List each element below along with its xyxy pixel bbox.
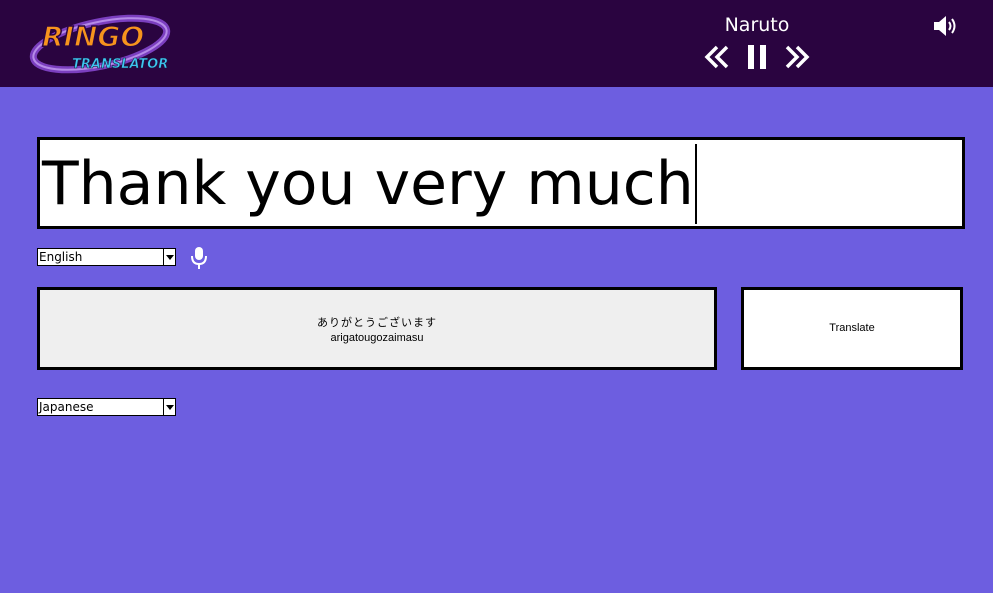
- speaker-icon: [934, 16, 956, 36]
- ringo-translator-logo: RINGO TRANSLATOR: [28, 8, 173, 78]
- next-track-button[interactable]: [784, 44, 810, 70]
- translate-button[interactable]: Translate: [741, 287, 963, 370]
- now-playing-title: Naruto: [724, 14, 790, 36]
- translation-output: ありがとうございます arigatougozaimasu: [37, 287, 717, 370]
- logo-word-ringo: RINGO: [42, 20, 144, 53]
- microphone-button[interactable]: [190, 246, 208, 270]
- translation-text: ありがとうございます: [317, 316, 437, 329]
- double-chevron-right-icon: [785, 45, 810, 69]
- source-text-input[interactable]: Thank you very much: [37, 137, 965, 229]
- target-language-value: Japanese: [37, 398, 164, 416]
- chevron-down-icon[interactable]: [163, 248, 176, 266]
- previous-track-button[interactable]: [704, 44, 730, 70]
- target-language-select[interactable]: Japanese: [37, 398, 176, 416]
- pause-icon: [748, 45, 766, 69]
- source-language-select[interactable]: English: [37, 248, 176, 266]
- romanization-text: arigatougozaimasu: [330, 332, 424, 344]
- app-header: RINGO TRANSLATOR Naruto: [0, 0, 993, 87]
- source-text-value: Thank you very much: [42, 144, 697, 224]
- volume-button[interactable]: [932, 14, 960, 38]
- double-chevron-left-icon: [704, 45, 729, 69]
- pause-button[interactable]: [746, 44, 768, 70]
- source-language-value: English: [37, 248, 164, 266]
- text-caret: [694, 144, 697, 224]
- microphone-icon: [191, 247, 207, 269]
- chevron-down-icon[interactable]: [163, 398, 176, 416]
- logo-word-translator: TRANSLATOR: [72, 57, 168, 72]
